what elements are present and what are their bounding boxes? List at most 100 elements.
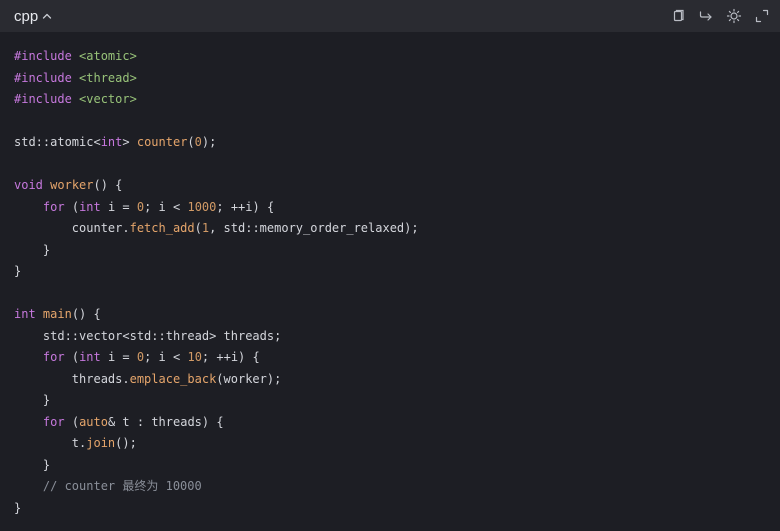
language-label: cpp bbox=[14, 7, 39, 25]
include-directive: #include bbox=[14, 70, 72, 85]
code-token: 1 bbox=[201, 221, 210, 235]
code-line-19: t.join(); bbox=[14, 433, 780, 455]
copy-button[interactable] bbox=[670, 8, 686, 24]
code-line-17: } bbox=[14, 390, 780, 412]
theme-button[interactable] bbox=[726, 8, 742, 24]
code-token: void bbox=[14, 178, 43, 192]
code-block-header: cpp bbox=[0, 0, 780, 32]
code-token: int bbox=[14, 307, 36, 321]
code-token: emplace_back bbox=[129, 371, 217, 386]
code-token: } bbox=[42, 393, 51, 407]
code-token: for bbox=[42, 199, 65, 214]
code-token: int bbox=[100, 135, 123, 149]
code-token: auto bbox=[79, 414, 108, 429]
code-token: for bbox=[42, 414, 65, 429]
code-token: } bbox=[42, 242, 51, 257]
code-token: fetch_add bbox=[129, 221, 195, 235]
code-line-15: for (int i = 0; i < 10; ++i) { bbox=[14, 347, 780, 369]
include-header: <atomic> bbox=[79, 49, 137, 63]
code-line-2: #include <thread> bbox=[14, 68, 780, 90]
code-line-11: } bbox=[14, 261, 780, 283]
code-comment: // counter 最终为 10000 bbox=[42, 479, 202, 493]
code-toolbar bbox=[670, 8, 770, 24]
code-token: ; i < bbox=[144, 350, 188, 364]
code-token: ( bbox=[187, 135, 195, 149]
include-header: <thread> bbox=[79, 70, 137, 85]
code-token: int bbox=[79, 350, 101, 364]
code-line-21: // counter 最终为 10000 bbox=[14, 476, 780, 498]
code-token: for bbox=[42, 350, 65, 364]
code-token: i = bbox=[100, 350, 137, 364]
code-line-16: threads.emplace_back(worker); bbox=[14, 369, 780, 391]
code-block: cpp #include <atomic> #include <thread> … bbox=[0, 0, 780, 531]
code-token: t. bbox=[71, 436, 87, 450]
wrap-button[interactable] bbox=[698, 8, 714, 24]
language-selector[interactable]: cpp bbox=[14, 8, 53, 25]
code-token: ); bbox=[201, 135, 217, 149]
include-directive: #include bbox=[14, 92, 72, 106]
code-token: 10 bbox=[187, 350, 202, 364]
code-content: #include <atomic> #include <thread> #inc… bbox=[0, 32, 780, 519]
code-token: std::vector<std::thread> threads; bbox=[42, 328, 282, 343]
code-token: (); bbox=[115, 436, 137, 450]
code-token: ; ++i) { bbox=[216, 199, 275, 214]
code-line-5: std::atomic<int> counter(0); bbox=[14, 132, 780, 154]
code-token: i = bbox=[100, 199, 137, 214]
code-token: std::atomic< bbox=[14, 135, 101, 149]
code-line-1: #include <atomic> bbox=[14, 46, 780, 68]
chevron-up-icon bbox=[43, 13, 52, 19]
code-token: counter. bbox=[71, 221, 130, 235]
code-line-9: counter.fetch_add(1, std::memory_order_r… bbox=[14, 218, 780, 240]
code-token: } bbox=[14, 264, 22, 278]
include-directive: #include bbox=[14, 49, 72, 63]
code-line-7: void worker() { bbox=[14, 175, 780, 197]
code-token: join bbox=[86, 436, 116, 450]
code-token: counter bbox=[136, 135, 188, 149]
include-header: <vector> bbox=[79, 92, 137, 106]
code-token: main bbox=[42, 307, 72, 321]
code-line-3: #include <vector> bbox=[14, 89, 780, 111]
code-line-8: for (int i = 0; i < 1000; ++i) { bbox=[14, 197, 780, 219]
code-token: ( bbox=[71, 199, 80, 214]
code-line-14: std::vector<std::thread> threads; bbox=[14, 326, 780, 348]
code-token: ( bbox=[71, 414, 80, 429]
code-token: ( bbox=[194, 221, 202, 235]
code-token: } bbox=[42, 457, 51, 472]
code-token: () { bbox=[71, 307, 101, 321]
code-line-18: for (auto& t : threads) { bbox=[14, 412, 780, 434]
code-token: int bbox=[79, 199, 101, 214]
code-token: > bbox=[122, 135, 137, 149]
code-token: 1000 bbox=[187, 199, 217, 214]
code-token: & t : threads) { bbox=[107, 414, 224, 429]
code-token: } bbox=[14, 500, 22, 515]
code-line-20: } bbox=[14, 455, 780, 477]
code-token: worker bbox=[50, 178, 94, 192]
sun-icon bbox=[726, 8, 742, 24]
code-token: () { bbox=[93, 178, 123, 192]
expand-icon bbox=[755, 9, 769, 23]
code-token: , std::memory_order_relaxed); bbox=[209, 221, 419, 235]
code-line-13: int main() { bbox=[14, 304, 780, 326]
code-token: threads. bbox=[71, 371, 130, 386]
code-line-10: } bbox=[14, 240, 780, 262]
wrap-icon bbox=[699, 11, 712, 21]
code-token: ; ++i) { bbox=[201, 350, 260, 364]
code-line-22: } bbox=[14, 498, 780, 520]
code-token: (worker); bbox=[216, 371, 282, 386]
expand-button[interactable] bbox=[754, 8, 770, 24]
code-token: ( bbox=[71, 350, 80, 364]
